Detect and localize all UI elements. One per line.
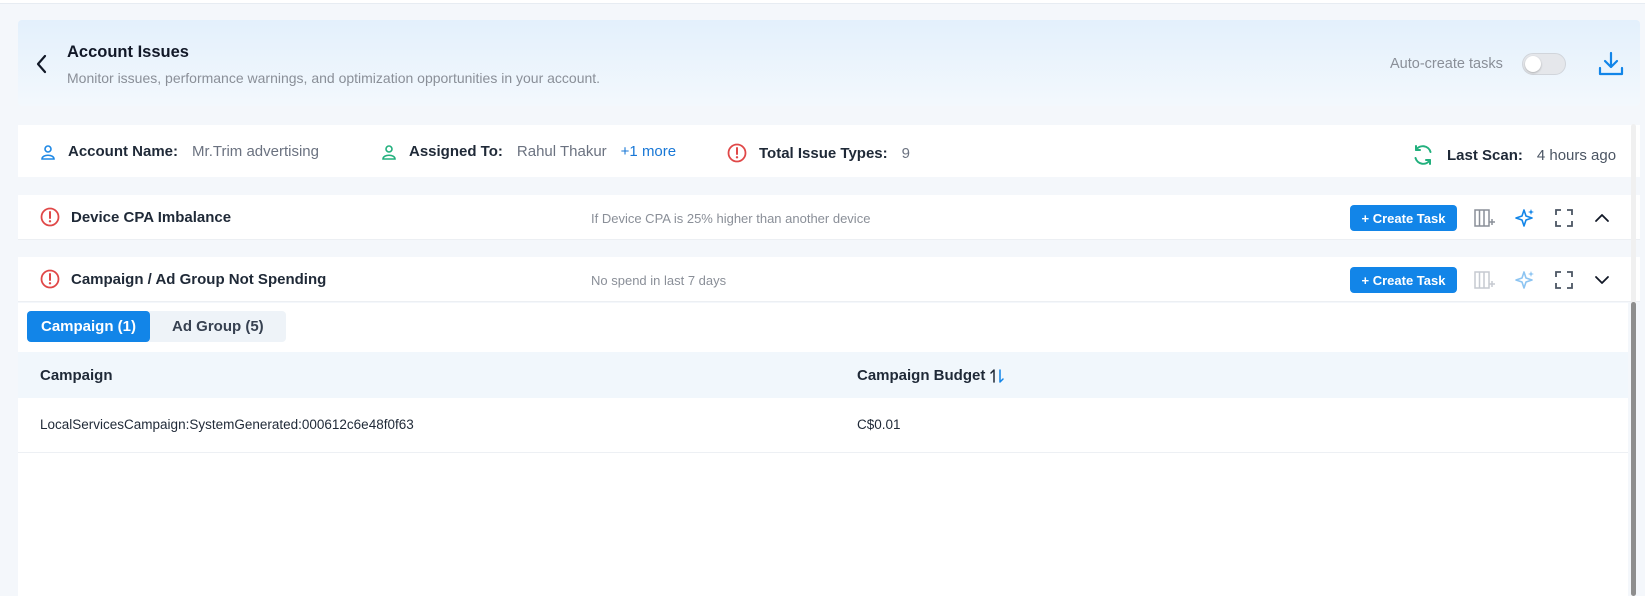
fullscreen-icon [1555,271,1573,289]
table-row[interactable]: LocalServicesCampaign:SystemGenerated:00… [18,398,1628,453]
ai-button[interactable] [1513,206,1537,230]
account-name-info: Account Name: Mr.Trim advertising [40,143,319,160]
ai-button[interactable] [1513,268,1537,292]
vertical-scrollbar[interactable] [1631,124,1636,596]
last-scan-value: 4 hours ago [1536,146,1617,164]
issue-row[interactable]: Device CPA Imbalance If Device CPA is 25… [18,195,1640,240]
alert-circle-icon [727,143,747,163]
chevron-up-icon [1595,214,1609,222]
issue-title: Campaign / Ad Group Not Spending [71,271,327,288]
column-header-campaign-budget[interactable]: Campaign Budget [857,367,1005,384]
assigned-to-label: Assigned To: [409,143,503,160]
user-icon [41,144,55,160]
total-issue-types-label: Total Issue Types: [759,144,888,162]
sort-icon[interactable] [989,368,1005,384]
top-strip [0,0,1645,4]
last-scan-info: Last Scan: 4 hours ago [1411,143,1616,167]
toggle-knob [1525,56,1541,72]
user-icon [382,144,396,160]
cell-campaign-budget: C$0.01 [857,417,901,432]
page-title: Account Issues [67,43,189,61]
download-icon [1598,51,1624,76]
fullscreen-icon [1555,209,1573,227]
total-issue-types-value: 9 [901,144,910,162]
download-button[interactable] [1596,49,1626,79]
back-button[interactable] [30,50,54,78]
issue-row[interactable]: Campaign / Ad Group Not Spending No spen… [18,257,1640,302]
sparkle-icon [1515,271,1534,289]
account-info-bar: Account Name: Mr.Trim advertising Assign… [18,125,1640,177]
column-header-label: Campaign [40,367,113,384]
column-add-icon [1474,209,1495,227]
expand-button[interactable] [1590,268,1614,292]
account-name-value: Mr.Trim advertising [192,143,319,160]
chevron-down-icon [1595,276,1609,284]
scrollbar-thumb[interactable] [1631,302,1636,596]
issue-description: If Device CPA is 25% higher than another… [591,211,871,226]
page-subtitle: Monitor issues, performance warnings, an… [67,70,601,86]
auto-create-toggle[interactable] [1522,53,1566,75]
create-task-button[interactable]: + Create Task [1350,205,1457,231]
issue-title: Device CPA Imbalance [71,209,232,226]
auto-create-label: Auto-create tasks [1390,56,1503,72]
tab-ad-group[interactable]: Ad Group (5) [150,311,286,342]
last-scan-label: Last Scan: [1447,146,1523,164]
column-header-campaign: Campaign [40,367,113,384]
cell-campaign: LocalServicesCampaign:SystemGenerated:00… [40,417,414,432]
column-header-label: Campaign Budget [857,367,986,384]
issue-detail-panel: Campaign (1) Ad Group (5) Campaign Campa… [18,303,1628,596]
total-issue-types-info: Total Issue Types: 9 [727,143,910,163]
column-add-button[interactable] [1473,268,1497,292]
column-add-icon [1474,271,1495,289]
table-header: Campaign Campaign Budget [18,352,1628,398]
assigned-to-value: Rahul Thakur [516,143,607,160]
column-add-button[interactable] [1473,206,1497,230]
detail-tabs: Campaign (1) Ad Group (5) [27,311,286,342]
refresh-icon[interactable] [1411,143,1435,167]
issue-description: No spend in last 7 days [591,273,727,288]
sparkle-icon [1515,209,1534,227]
assigned-to-info: Assigned To: Rahul Thakur +1 more [381,143,676,160]
tab-campaign[interactable]: Campaign (1) [27,311,151,342]
fullscreen-button[interactable] [1552,206,1576,230]
alert-circle-icon [40,207,60,227]
assigned-more-link[interactable]: +1 more [621,143,676,160]
chevron-left-icon [36,54,47,74]
collapse-button[interactable] [1590,206,1614,230]
create-task-button[interactable]: + Create Task [1350,267,1457,293]
fullscreen-button[interactable] [1552,268,1576,292]
alert-circle-icon [40,269,60,289]
account-name-label: Account Name: [68,143,179,160]
